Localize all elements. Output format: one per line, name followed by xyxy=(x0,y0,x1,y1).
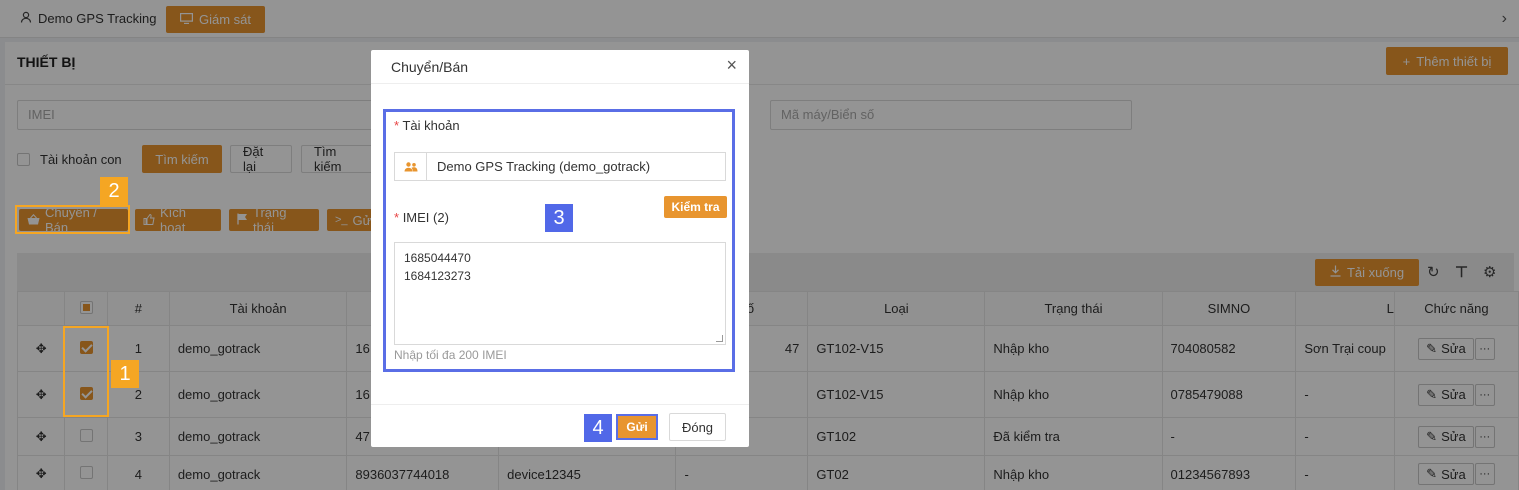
annotation-number-3: 3 xyxy=(545,204,573,232)
annotation-highlight-transfer xyxy=(15,205,130,234)
modal-header: Chuyển/Bán × xyxy=(371,50,749,84)
annotation-highlight-checkboxes xyxy=(63,326,109,417)
close-icon[interactable]: × xyxy=(726,55,737,76)
modal-footer-divider xyxy=(371,404,749,405)
close-button[interactable]: Đóng xyxy=(669,413,726,441)
send-button[interactable]: Gửi xyxy=(616,414,658,440)
modal-backdrop[interactable] xyxy=(0,0,1519,490)
annotation-highlight-form xyxy=(383,109,735,372)
annotation-number-2: 2 xyxy=(100,177,128,205)
annotation-number-4: 4 xyxy=(584,414,612,442)
modal-title: Chuyển/Bán xyxy=(391,59,469,75)
annotation-number-1: 1 xyxy=(111,360,139,388)
